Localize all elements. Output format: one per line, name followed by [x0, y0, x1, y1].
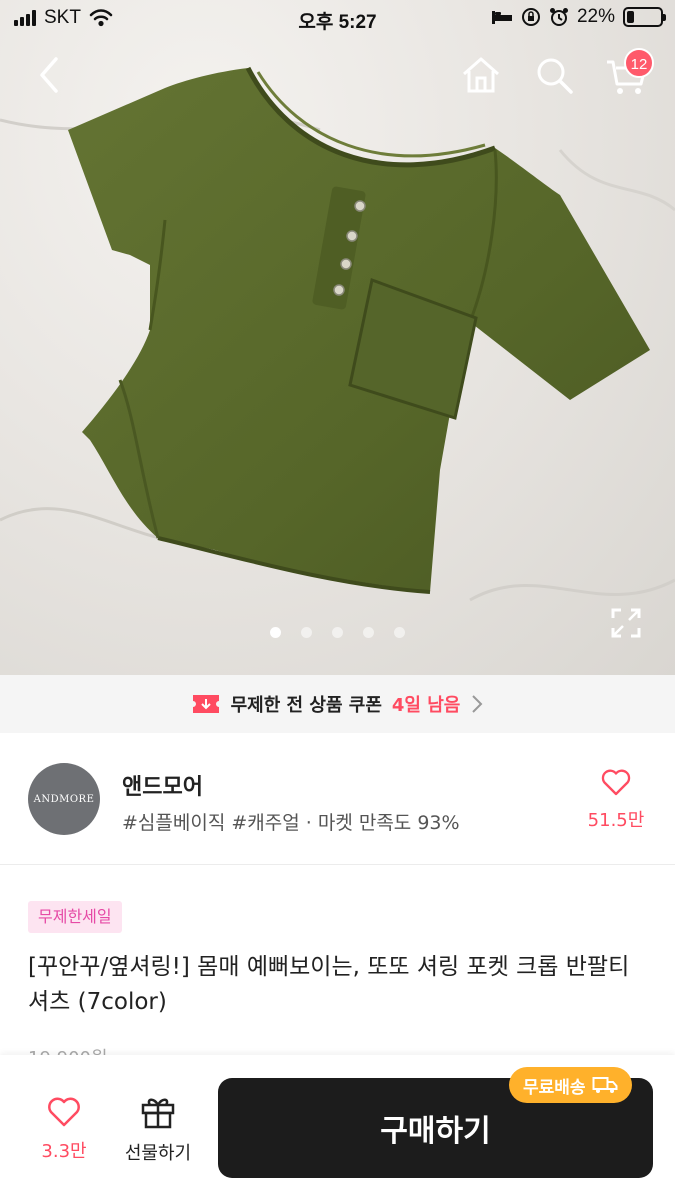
gallery-dot[interactable] — [301, 627, 312, 638]
bottom-action-bar: 3.3만 선물하기 구매하기 무료배송 — [0, 1055, 675, 1200]
heart-icon — [601, 769, 631, 796]
expand-icon[interactable] — [609, 606, 643, 640]
status-bar: SKT 오후 5:27 22% — [0, 0, 675, 40]
alarm-icon — [549, 8, 568, 26]
search-icon[interactable] — [533, 54, 575, 96]
sale-badge: 무제한세일 — [28, 901, 122, 933]
rotation-lock-icon — [521, 8, 540, 26]
back-icon[interactable] — [30, 55, 70, 95]
gift-icon — [141, 1098, 175, 1129]
shop-like-button[interactable]: 51.5만 — [585, 769, 647, 832]
gift-label: 선물하기 — [124, 1143, 192, 1164]
shop-name[interactable]: 앤드모어 — [122, 769, 203, 801]
free-shipping-badge: 무료배송 — [509, 1067, 632, 1103]
like-button[interactable]: 3.3만 — [28, 1097, 100, 1163]
cart-count-badge: 12 — [624, 48, 654, 78]
gallery-pagination — [0, 627, 675, 638]
coupon-remaining: 4일 남음 — [391, 695, 461, 716]
home-icon[interactable] — [460, 54, 502, 96]
gallery-dot[interactable] — [270, 627, 281, 638]
chevron-right-icon — [472, 695, 483, 713]
like-count: 3.3만 — [41, 1141, 87, 1162]
gallery-dot[interactable] — [394, 627, 405, 638]
gallery-dot[interactable] — [332, 627, 343, 638]
product-title: [꾸안꾸/옆셔링!] 몸매 예뻐보이는, 또또 셔링 포켓 크롭 반팔티셔츠 (… — [28, 954, 630, 1015]
battery-percent: 22% — [576, 6, 615, 27]
product-photo — [0, 66, 675, 602]
coupon-text: 무제한 전 상품 쿠폰 — [230, 695, 382, 716]
heart-icon — [48, 1097, 80, 1127]
shop-logo[interactable]: ANDMORE — [28, 763, 100, 835]
gallery-dot[interactable] — [363, 627, 374, 638]
battery-icon — [623, 7, 666, 27]
coupon-banner[interactable]: 무제한 전 상품 쿠폰 4일 남음 — [0, 675, 675, 733]
bed-icon — [491, 11, 512, 24]
shop-like-count: 51.5만 — [587, 810, 645, 831]
gift-button[interactable]: 선물하기 — [116, 1095, 200, 1165]
free-shipping-label: 무료배송 — [523, 1077, 586, 1098]
product-image-gallery[interactable]: SKT 오후 5:27 22% 12 — [0, 0, 675, 675]
shop-info[interactable]: ANDMORE 앤드모어 #심플베이직 #캐주얼 · 마켓 만족도 93% 51… — [0, 733, 675, 865]
truck-icon — [592, 1077, 618, 1093]
shop-tags: #심플베이직 #캐주얼 · 마켓 만족도 93% — [122, 812, 460, 834]
coupon-icon — [192, 695, 219, 713]
